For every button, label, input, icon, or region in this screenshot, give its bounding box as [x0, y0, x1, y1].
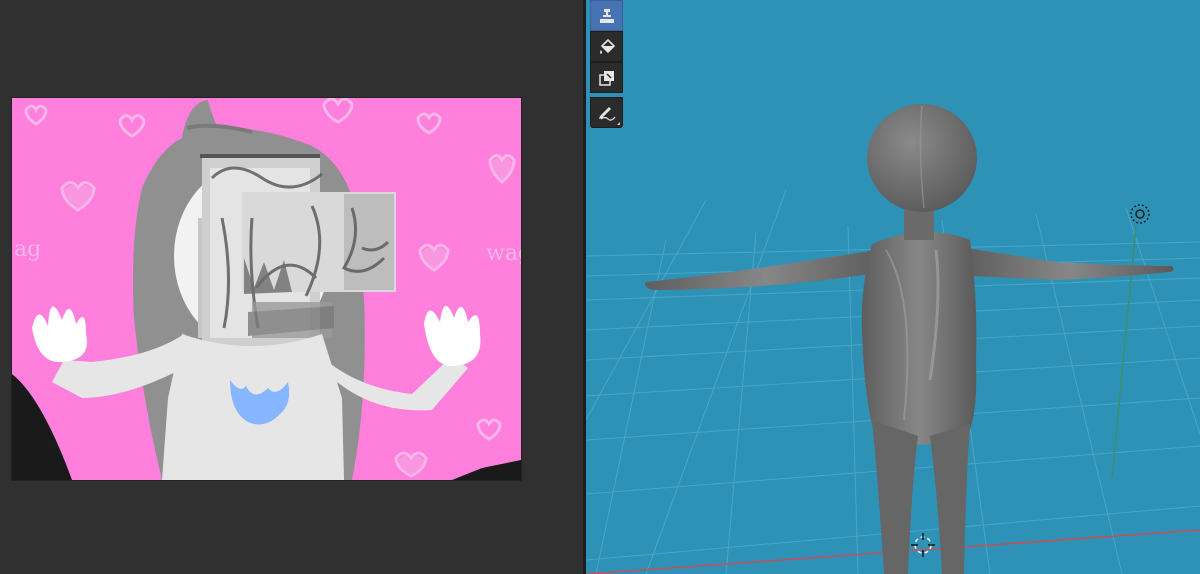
brush-tool[interactable] — [590, 0, 623, 31]
handwritten-text-right: wag — [486, 241, 521, 266]
clone-icon — [598, 70, 614, 86]
annotate-pencil-icon — [598, 106, 615, 121]
light-gizmo — [1130, 204, 1150, 224]
fill-bucket-icon — [599, 38, 615, 54]
handwritten-text-left: ag — [14, 237, 41, 262]
fill-tool[interactable] — [590, 31, 623, 62]
y-axis-line — [1111, 225, 1137, 479]
viewport-scene — [586, 104, 1200, 574]
blender-window: ag wag — [0, 0, 1200, 574]
texture-image-canvas[interactable]: ag wag — [12, 98, 521, 480]
clone-tool[interactable] — [590, 62, 623, 93]
annotate-tool[interactable] — [590, 97, 623, 128]
3d-cursor — [911, 533, 935, 557]
tool-shelf — [590, 0, 623, 128]
3d-viewport[interactable] — [586, 0, 1200, 574]
tool-options-corner — [617, 122, 620, 125]
image-editor-area[interactable]: ag wag — [0, 0, 583, 574]
brush-icon — [599, 8, 614, 23]
texture-painting: ag wag — [12, 98, 521, 480]
